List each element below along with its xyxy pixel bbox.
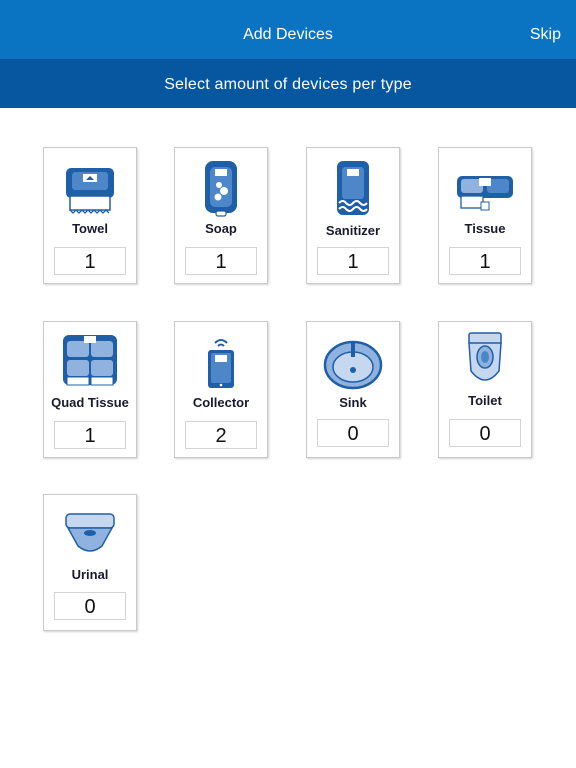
device-card-toilet[interactable]: Toilet 0 [438,321,532,458]
device-card-urinal[interactable]: Urinal 0 [43,494,137,631]
page-title: Add Devices [243,26,333,43]
device-count-field[interactable]: 1 [54,421,126,449]
device-label: Soap [205,221,237,236]
device-count-field[interactable]: 1 [317,247,389,275]
device-count-field[interactable]: 1 [185,247,257,275]
urinal-icon [65,513,115,552]
collector-device-icon [208,339,234,388]
sink-icon [323,340,383,390]
device-count-field[interactable]: 2 [185,421,257,449]
device-card-tissue[interactable]: Tissue 1 [438,147,532,284]
device-count-field[interactable]: 0 [317,419,389,447]
tissue-dispenser-icon [457,176,513,211]
device-label: Quad Tissue [51,395,129,410]
soap-dispenser-icon [205,161,237,217]
toilet-icon [468,332,502,381]
device-label: Towel [72,221,108,236]
device-count-field[interactable]: 1 [449,247,521,275]
device-count-field[interactable]: 0 [54,592,126,620]
device-card-quad-tissue[interactable]: Quad Tissue 1 [43,321,137,458]
device-card-towel[interactable]: Towel 1 [43,147,137,284]
sanitizer-dispenser-icon [337,161,369,215]
nav-bar: Add Devices Skip [0,0,576,59]
device-label: Tissue [464,221,506,236]
device-card-sanitizer[interactable]: Sanitizer 1 [306,147,400,284]
instruction-banner: Select amount of devices per type [0,59,576,108]
quad-tissue-dispenser-icon [63,335,117,386]
device-card-soap[interactable]: Soap 1 [174,147,268,284]
skip-button[interactable]: Skip [530,0,561,59]
device-label: Sink [339,395,367,410]
device-count-field[interactable]: 1 [54,247,126,275]
towel-dispenser-icon [66,168,114,214]
device-label: Collector [192,395,250,410]
device-card-sink[interactable]: Sink 0 [306,321,400,458]
device-label: Toilet [468,393,502,408]
device-card-collector[interactable]: Collector 2 [174,321,268,458]
device-count-field[interactable]: 0 [449,419,521,447]
device-label: Urinal [71,567,109,582]
device-label: Sanitizer [325,223,381,238]
